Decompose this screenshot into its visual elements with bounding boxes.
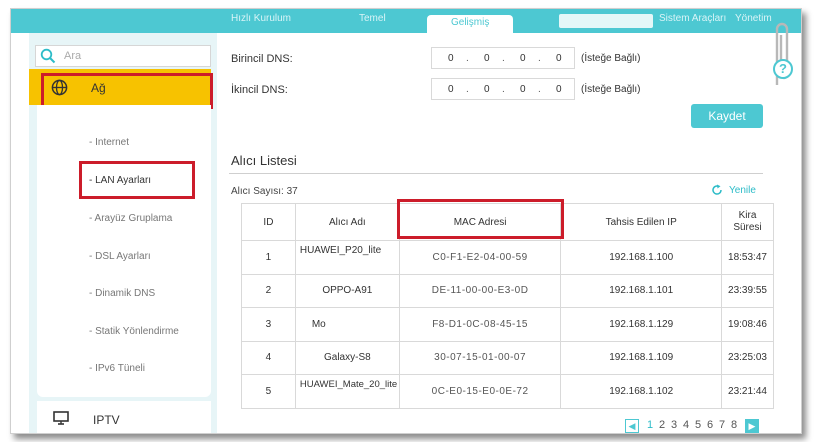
- main-content: Birincil DNS: 0 . 0 . 0 . 0 (İsteğe Bağl…: [217, 33, 801, 433]
- network-submenu: - Internet - LAN Ayarları - Arayüz Grupl…: [37, 105, 211, 397]
- cell-mac: F8-D1-0C-08-45-15: [398, 307, 562, 342]
- router-admin-window: Hızlı Kurulum Temel Gelişmiş Sistem Araç…: [10, 8, 802, 434]
- sidebar-item-iptv-label: IPTV: [93, 413, 120, 427]
- primary-dns-octet-1: 0: [448, 53, 454, 64]
- cell-id: 1: [241, 240, 296, 275]
- cell-lease: 23:21:44: [721, 374, 774, 409]
- refresh-label: Yenile: [729, 185, 756, 196]
- page-number[interactable]: 1: [647, 419, 653, 431]
- cell-client-name: OPPO-A91: [294, 273, 400, 308]
- page-number[interactable]: 7: [719, 419, 725, 431]
- cell-id: 5: [241, 374, 296, 409]
- cell-mac: DE-11-00-00-E3-0D: [398, 273, 562, 308]
- table-row: 3 Mo F8-D1-0C-08-45-15 192.168.1.129 19:…: [241, 307, 774, 342]
- client-count: Alıcı Sayısı: 37: [231, 186, 298, 197]
- primary-dns-octet-2: 0: [484, 53, 490, 64]
- submenu-dsl-settings[interactable]: - DSL Ayarları: [89, 251, 151, 262]
- cell-mac: C0-F1-E2-04-00-59: [398, 240, 562, 275]
- primary-dns-input[interactable]: 0 . 0 . 0 . 0: [431, 47, 575, 69]
- paperclip-icon: [775, 22, 789, 85]
- cell-lease: 23:39:55: [721, 273, 774, 308]
- cell-id: 2: [241, 273, 296, 308]
- annotation-box-network: [41, 73, 213, 109]
- table-row: 5 HUAWEI_Mate_20_lite 0C-E0-15-E0-0E-72 …: [241, 374, 774, 409]
- cell-client-name: HUAWEI_P20_lite: [294, 240, 400, 275]
- annotation-box-mac: [397, 199, 564, 239]
- cell-client-name: HUAWEI_Mate_20_lite: [294, 374, 400, 409]
- cell-lease: 23:25:03: [721, 340, 774, 375]
- column-header-client-name: Alıcı Adı: [294, 203, 400, 241]
- secondary-dns-label: İkincil DNS:: [231, 84, 288, 96]
- cell-id: 4: [241, 340, 296, 375]
- column-header-lease-time: Kira Süresi: [721, 203, 774, 241]
- tab-quick-setup[interactable]: Hızlı Kurulum: [231, 13, 291, 24]
- table-row: 2 OPPO-A91 DE-11-00-00-E3-0D 192.168.1.1…: [241, 273, 774, 308]
- column-header-id: ID: [241, 203, 296, 241]
- sidebar-item-iptv[interactable]: IPTV: [37, 401, 211, 433]
- table-row: 4 Galaxy-S8 30-07-15-01-00-07 192.168.1.…: [241, 340, 774, 375]
- primary-dns-optional: (İsteğe Bağlı): [581, 53, 641, 64]
- cell-lease: 18:53:47: [721, 240, 774, 275]
- tab-system-tools[interactable]: Sistem Araçları: [659, 13, 726, 24]
- dot-separator: .: [466, 53, 469, 64]
- page-number[interactable]: 8: [731, 419, 737, 431]
- cell-ip: 192.168.1.100: [560, 240, 723, 275]
- secondary-dns-optional: (İsteğe Bağlı): [581, 84, 641, 95]
- sidebar: Ara Ağ - Internet - LAN Ayarları - Arayü…: [29, 33, 225, 433]
- dot-separator: .: [466, 84, 469, 95]
- submenu-ipv6-tunnel[interactable]: - IPv6 Tüneli: [89, 363, 145, 374]
- search-icon: [40, 48, 56, 64]
- dot-separator: .: [538, 53, 541, 64]
- tab-management[interactable]: Yönetim: [735, 13, 772, 24]
- save-button[interactable]: Kaydet: [691, 104, 763, 128]
- cell-ip: 192.168.1.101: [560, 273, 723, 308]
- secondary-dns-input[interactable]: 0 . 0 . 0 . 0: [431, 78, 575, 100]
- secondary-dns-octet-3: 0: [520, 84, 526, 95]
- help-icon[interactable]: ?: [773, 59, 793, 79]
- monitor-icon: [53, 411, 69, 425]
- column-header-assigned-ip: Tahsis Edilen IP: [560, 203, 723, 241]
- cell-ip: 192.168.1.129: [560, 307, 723, 342]
- secondary-dns-octet-2: 0: [484, 84, 490, 95]
- cell-ip: 192.168.1.102: [560, 374, 723, 409]
- page-number[interactable]: 5: [695, 419, 701, 431]
- page-number[interactable]: 4: [683, 419, 689, 431]
- sidebar-search[interactable]: Ara: [35, 45, 211, 67]
- top-navigation-bar: Hızlı Kurulum Temel Gelişmiş Sistem Araç…: [11, 9, 801, 33]
- annotation-box-lan: [79, 161, 195, 199]
- dot-separator: .: [538, 84, 541, 95]
- section-divider: [229, 173, 763, 174]
- cell-ip: 192.168.1.109: [560, 340, 723, 375]
- primary-dns-octet-3: 0: [520, 53, 526, 64]
- secondary-dns-octet-1: 0: [448, 84, 454, 95]
- cell-id: 3: [241, 307, 296, 342]
- cell-lease: 19:08:46: [721, 307, 774, 342]
- page-number[interactable]: 2: [659, 419, 665, 431]
- page-number[interactable]: 3: [671, 419, 677, 431]
- prev-page-button[interactable]: ◀: [625, 419, 639, 433]
- refresh-icon: [712, 184, 722, 195]
- table-row: 1 HUAWEI_P20_lite C0-F1-E2-04-00-59 192.…: [241, 240, 774, 275]
- next-page-button[interactable]: ▶: [745, 419, 759, 433]
- cell-mac: 0C-E0-15-E0-0E-72: [398, 374, 562, 409]
- tab-basic[interactable]: Temel: [359, 13, 386, 24]
- cell-client-name: Galaxy-S8: [294, 340, 400, 375]
- submenu-static-routing[interactable]: - Statik Yönlendirme: [89, 326, 179, 337]
- submenu-interface-grouping[interactable]: - Arayüz Gruplama: [89, 213, 172, 224]
- dot-separator: .: [502, 84, 505, 95]
- primary-dns-octet-4: 0: [556, 53, 562, 64]
- page-number[interactable]: 6: [707, 419, 713, 431]
- cell-mac: 30-07-15-01-00-07: [398, 340, 562, 375]
- secondary-dns-octet-4: 0: [556, 84, 562, 95]
- submenu-internet[interactable]: - Internet: [89, 137, 129, 148]
- cell-client-name: Mo: [294, 307, 400, 342]
- client-list-title: Alıcı Listesi: [231, 153, 297, 168]
- lease-header-text: Kira Süresi: [733, 210, 762, 233]
- top-search-box[interactable]: [559, 14, 653, 28]
- search-placeholder: Ara: [64, 50, 82, 62]
- submenu-dynamic-dns[interactable]: - Dinamik DNS: [89, 288, 155, 299]
- primary-dns-label: Birincil DNS:: [231, 53, 293, 65]
- tab-advanced[interactable]: Gelişmiş: [427, 15, 514, 33]
- dot-separator: .: [502, 53, 505, 64]
